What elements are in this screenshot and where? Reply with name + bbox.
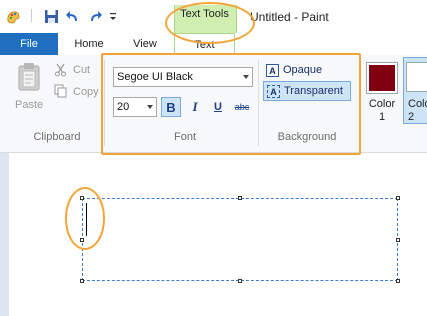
window-title: Untitled - Paint <box>250 10 329 24</box>
cut-icon[interactable] <box>54 63 67 80</box>
color2-label-num: 2 <box>408 111 415 123</box>
tab-view[interactable]: View <box>122 33 168 55</box>
save-icon[interactable] <box>44 9 59 24</box>
color2-button[interactable]: Colo 2 <box>403 57 427 124</box>
tab-file[interactable]: File <box>0 33 58 55</box>
color1-swatch <box>369 65 395 91</box>
paint-app-icon[interactable] <box>6 9 21 24</box>
resize-handle[interactable] <box>238 196 242 200</box>
paste-icon[interactable] <box>17 62 43 95</box>
resize-handle[interactable] <box>396 196 400 200</box>
resize-handle[interactable] <box>80 279 84 283</box>
color1-button[interactable] <box>366 62 398 94</box>
cut-button[interactable]: Cut <box>73 64 90 76</box>
qat-separator <box>26 9 41 24</box>
paste-button[interactable]: Paste <box>15 99 43 111</box>
color1-label: Color 1 <box>368 98 396 124</box>
resize-handle[interactable] <box>396 279 400 283</box>
color1-label-num: 1 <box>378 111 386 123</box>
annotation-circle-text-tools <box>165 2 255 44</box>
clipboard-group-label: Clipboard <box>33 131 81 143</box>
customize-qat-icon[interactable] <box>108 9 123 24</box>
tab-home[interactable]: Home <box>64 33 114 55</box>
copy-button[interactable]: Copy <box>73 86 99 98</box>
resize-handle[interactable] <box>238 279 242 283</box>
annotation-box-font-background <box>101 53 361 155</box>
text-box-selection[interactable] <box>82 198 398 281</box>
color1-label-text: Color <box>368 98 396 110</box>
color2-label-text: Colo <box>408 98 427 110</box>
undo-icon[interactable] <box>65 9 80 24</box>
annotation-circle-cursor <box>65 187 105 250</box>
copy-icon[interactable] <box>54 84 67 101</box>
resize-handle[interactable] <box>396 238 400 242</box>
color2-swatch <box>406 62 427 92</box>
redo-icon[interactable] <box>88 9 103 24</box>
color2-label: Colo 2 <box>408 98 427 124</box>
